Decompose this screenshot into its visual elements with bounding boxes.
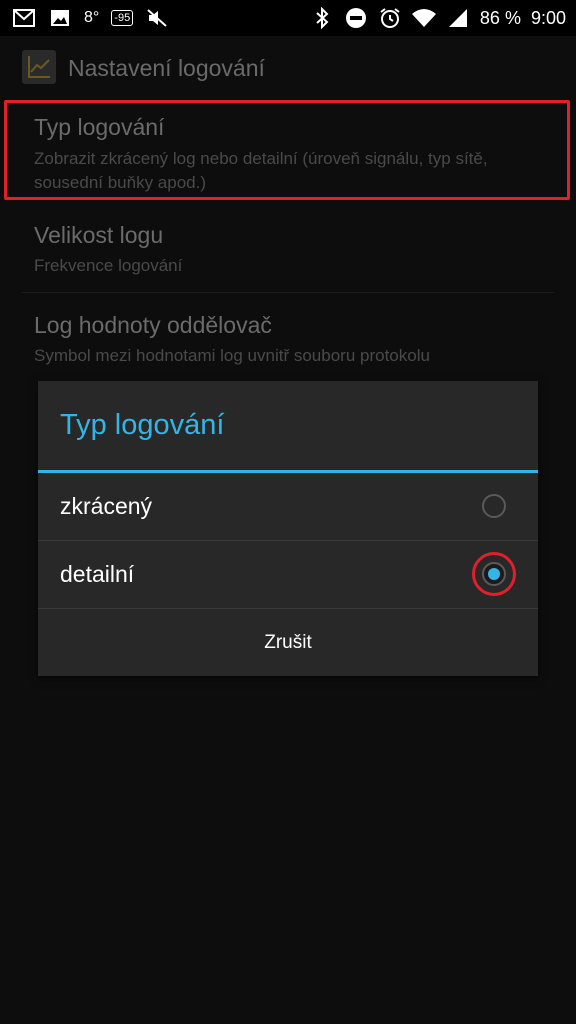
- gmail-icon: [12, 6, 36, 30]
- cancel-button[interactable]: Zrušit: [38, 609, 538, 676]
- alarm-icon: [378, 6, 402, 30]
- option-detailed[interactable]: detailní: [38, 541, 538, 608]
- log-type-dialog: Typ logování zkrácený detailní Zrušit: [38, 381, 538, 676]
- pref-summary: Frekvence logování: [34, 256, 183, 275]
- radio-button-unchecked[interactable]: [482, 494, 506, 518]
- wifi-icon: [411, 6, 436, 30]
- dialog-title: Typ logování: [60, 409, 225, 441]
- signal-icon: [446, 6, 470, 30]
- pref-summary: Symbol mezi hodnotami log uvnitř souboru…: [34, 346, 430, 365]
- action-bar: Nastavení logování: [0, 36, 576, 102]
- page-title: Nastavení logování: [68, 55, 265, 81]
- status-bar: 8° -95 86 % 9:00: [0, 0, 576, 36]
- image-icon: [48, 6, 72, 30]
- do-not-disturb-icon: [344, 6, 368, 30]
- pref-log-separator[interactable]: Log hodnoty oddělovač Symbol mezi hodnot…: [0, 298, 576, 382]
- option-label: detailní: [60, 561, 135, 587]
- pref-title: Velikost logu: [34, 222, 164, 248]
- divider: [22, 292, 554, 293]
- battery-percent: 86 %: [479, 7, 521, 28]
- signal-badge: -95: [111, 10, 134, 26]
- bluetooth-icon: [310, 6, 334, 30]
- pref-log-size[interactable]: Velikost logu Frekvence logování: [0, 208, 576, 292]
- pref-title: Log hodnoty oddělovač: [34, 312, 272, 338]
- option-label: zkrácený: [60, 493, 153, 519]
- highlight-box: [4, 100, 570, 200]
- option-short[interactable]: zkrácený: [38, 473, 538, 540]
- app-chart-icon[interactable]: [22, 50, 56, 84]
- clock-time: 9:00: [530, 7, 566, 28]
- mute-icon: [145, 6, 169, 30]
- status-bar-left: 8° -95: [12, 6, 169, 30]
- highlight-ring: [472, 552, 516, 596]
- status-bar-right: 86 % 9:00: [310, 6, 566, 30]
- temperature-text: 8°: [84, 9, 100, 26]
